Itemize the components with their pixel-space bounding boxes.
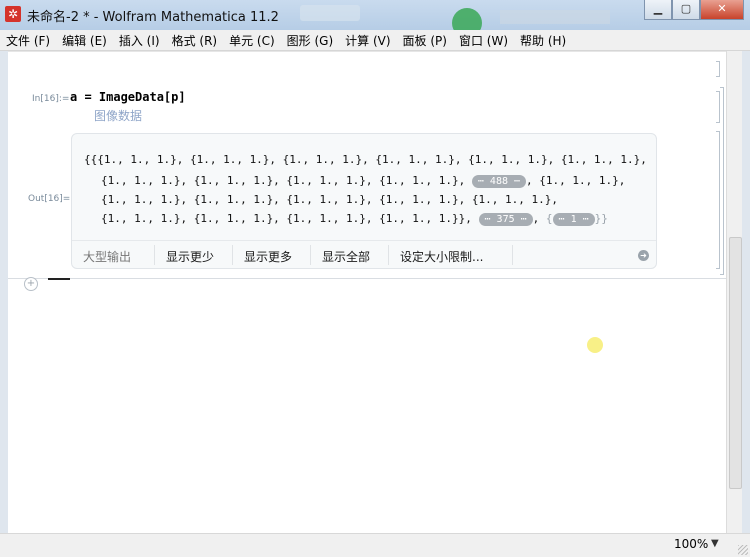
elided-count-pill[interactable]: ⋯ 375 ⋯	[478, 213, 533, 226]
menu-file[interactable]: 文件 (F)	[0, 32, 56, 49]
divider	[154, 245, 155, 265]
elided-count-pill[interactable]: ⋯ 1 ⋯	[552, 213, 595, 226]
elided-count-pill[interactable]: ⋯ 488 ⋯	[471, 175, 527, 188]
close-button[interactable]: ✕	[700, 0, 744, 20]
large-output-toolbar: 大型输出 显示更少 显示更多 显示全部 设定大小限制...	[72, 240, 656, 268]
status-bar: 100% ▼	[0, 533, 750, 557]
output-text: {1., 1., 1.}, {1., 1., 1.}, {1., 1., 1.}…	[101, 174, 466, 187]
notebook-area[interactable]: In[16]:= a = ImageData[p] 图像数据 Out[16]= …	[8, 51, 726, 533]
expand-arrow-icon[interactable]: ➜	[638, 250, 649, 261]
zoom-level[interactable]: 100%	[674, 537, 708, 551]
menu-palettes[interactable]: 面板 (P)	[397, 32, 453, 49]
resize-grip-icon[interactable]	[738, 545, 748, 555]
menu-evaluation[interactable]: 计算 (V)	[339, 32, 396, 49]
window-border	[742, 51, 750, 533]
input-label: In[16]:=	[32, 94, 70, 104]
window-controls: ▁ ▢ ✕	[644, 0, 744, 20]
output-line: {{{1., 1., 1.}, {1., 1., 1.}, {1., 1., 1…	[84, 153, 647, 166]
menu-bar: 文件 (F) 编辑 (E) 插入 (I) 格式 (R) 单元 (C) 图形 (G…	[0, 30, 750, 51]
chevron-down-icon[interactable]: ▼	[711, 538, 719, 549]
background-blur	[300, 5, 360, 21]
output-line: {1., 1., 1.}, {1., 1., 1.}, {1., 1., 1.}…	[101, 193, 558, 206]
divider	[310, 245, 311, 265]
menu-format[interactable]: 格式 (R)	[166, 32, 224, 49]
elided-count: 375	[496, 214, 515, 225]
input-code[interactable]: a = ImageData[p]	[70, 90, 186, 104]
show-all-button[interactable]: 显示全部	[322, 248, 370, 265]
window-title: 未命名-2 * - Wolfram Mathematica 11.2	[27, 10, 279, 25]
output-line: {1., 1., 1.}, {1., 1., 1.}, {1., 1., 1.}…	[101, 174, 625, 188]
insertion-cursor	[48, 278, 70, 280]
show-less-button[interactable]: 显示更少	[166, 248, 214, 265]
cell-bracket[interactable]	[716, 61, 720, 77]
pointer-highlight	[587, 337, 603, 353]
autocomplete-hint[interactable]: 图像数据	[94, 107, 142, 124]
large-output-box: {{{1., 1., 1.}, {1., 1., 1.}, {1., 1., 1…	[71, 133, 657, 269]
menu-edit[interactable]: 编辑 (E)	[56, 32, 113, 49]
menu-insert[interactable]: 插入 (I)	[113, 32, 166, 49]
menu-help[interactable]: 帮助 (H)	[514, 32, 572, 49]
title-bar: ✲ 未命名-2 * - Wolfram Mathematica 11.2 ▁ ▢…	[0, 0, 750, 38]
divider	[388, 245, 389, 265]
vertical-scrollbar[interactable]	[726, 51, 743, 533]
menu-window[interactable]: 窗口 (W)	[453, 32, 514, 49]
mathematica-icon[interactable]: ✲	[5, 6, 21, 22]
divider	[232, 245, 233, 265]
group-cell-bracket[interactable]	[720, 87, 724, 275]
scrollbar-thumb[interactable]	[729, 237, 742, 489]
output-label: Out[16]=	[28, 194, 71, 204]
divider	[8, 51, 726, 52]
elided-count: 488	[489, 176, 508, 187]
menu-graphics[interactable]: 图形 (G)	[281, 32, 339, 49]
maximize-button[interactable]: ▢	[672, 0, 700, 20]
output-line: {1., 1., 1.}, {1., 1., 1.}, {1., 1., 1.}…	[101, 212, 608, 226]
set-size-limit-button[interactable]: 设定大小限制...	[400, 248, 483, 265]
elided-count: 1	[570, 214, 577, 225]
cell-insertion-line[interactable]	[8, 278, 726, 279]
show-more-button[interactable]: 显示更多	[244, 248, 292, 265]
output-text: , {1., 1., 1.},	[526, 174, 626, 187]
divider	[512, 245, 513, 265]
minimize-button[interactable]: ▁	[644, 0, 672, 20]
menu-cell[interactable]: 单元 (C)	[223, 32, 281, 49]
output-text: {1., 1., 1.}, {1., 1., 1.}, {1., 1., 1.}…	[101, 212, 472, 225]
large-output-label: 大型输出	[83, 250, 132, 264]
background-blur	[500, 10, 610, 24]
add-cell-plus-icon[interactable]: +	[24, 277, 38, 291]
